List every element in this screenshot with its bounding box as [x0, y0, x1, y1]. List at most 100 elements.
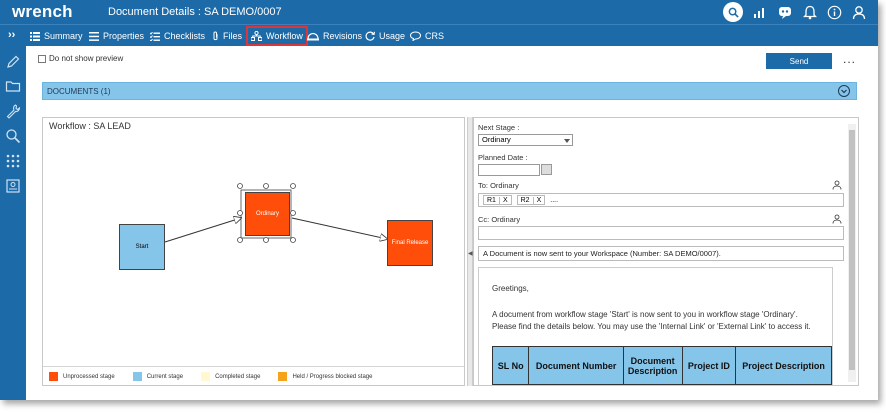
stage-label: Start	[135, 244, 149, 250]
app-window: wrench Document Details : SA DEMO/0007 ›…	[0, 0, 878, 400]
stage-start[interactable]: Start	[119, 224, 165, 270]
send-form: Next Stage : Ordinary Planned Date : To:…	[473, 117, 859, 386]
legend-item: Current stage	[132, 372, 183, 381]
usage-icon	[365, 31, 375, 41]
add-person-icon[interactable]	[832, 180, 842, 190]
table-header-row: SL No Document Number Document Descripti…	[491, 346, 832, 385]
main-content: Do not show preview Send ... DOCUMENTS (…	[26, 46, 878, 400]
documents-label: DOCUMENTS (1)	[47, 87, 111, 96]
stage-final-release[interactable]: Final Release	[387, 220, 433, 266]
folder-icon[interactable]	[5, 78, 21, 94]
planned-date-input[interactable]	[478, 164, 540, 176]
document-table: SL No Document Number Document Descripti…	[491, 346, 832, 385]
connector-start-ordinary	[164, 218, 241, 243]
workflow-panel: Workflow : SA LEAD Start Ordinary Final …	[42, 117, 465, 386]
tab-files[interactable]: Files	[212, 26, 242, 46]
tab-crs[interactable]: CRS	[410, 26, 444, 46]
cc-label: Cc: Ordinary	[478, 215, 521, 224]
signal-icon[interactable]	[753, 5, 767, 19]
tab-usage[interactable]: Usage	[365, 26, 405, 46]
subject-field[interactable]: A Document is now sent to your Workspace…	[478, 246, 844, 261]
workflow-legend: Unprocessed stage Current stage Complete…	[43, 366, 464, 386]
tab-label: Properties	[103, 31, 145, 41]
list-icon	[30, 31, 40, 41]
app-logo: wrench	[12, 2, 73, 21]
bell-icon[interactable]	[803, 5, 817, 20]
column-header: Document Number	[528, 346, 624, 385]
user-icon[interactable]	[852, 5, 866, 20]
planned-date-label: Planned Date :	[478, 153, 528, 162]
remove-recipient-button[interactable]: X	[498, 196, 511, 204]
tab-revisions[interactable]: Revisions	[307, 26, 362, 46]
tab-label: Summary	[44, 31, 83, 41]
collapse-left-icon[interactable]: ◀	[468, 250, 473, 257]
tab-label: Workflow	[266, 31, 303, 41]
tab-label: Files	[223, 31, 243, 41]
revisions-icon	[307, 32, 319, 40]
message-body[interactable]: Greetings, A document from workflow stag…	[478, 267, 833, 385]
chevron-down-icon	[841, 89, 847, 94]
pencil-icon[interactable]	[5, 54, 21, 70]
next-stage-value: Ordinary	[482, 135, 511, 144]
connector-ordinary-final	[291, 217, 387, 239]
tab-summary[interactable]: Summary	[30, 26, 83, 46]
add-person-icon[interactable]	[832, 214, 842, 224]
report-icon[interactable]	[5, 178, 21, 194]
next-stage-select[interactable]: Ordinary	[478, 134, 573, 146]
more-recipients: ....	[550, 196, 559, 204]
next-stage-label: Next Stage :	[478, 123, 520, 132]
send-button[interactable]: Send	[766, 53, 832, 69]
recipient-chip: R1 X	[483, 195, 512, 205]
preview-label: Do not show preview	[49, 54, 124, 63]
calendar-icon[interactable]	[541, 164, 552, 175]
column-header: Project ID	[681, 346, 737, 385]
workflow-icon	[251, 31, 262, 41]
global-search-button[interactable]	[723, 2, 743, 22]
checklist-icon	[150, 31, 160, 41]
properties-icon	[89, 31, 99, 41]
preview-checkbox[interactable]	[38, 54, 46, 63]
chat-bot-icon[interactable]	[777, 4, 793, 20]
legend-item: Unprocessed stage	[49, 372, 115, 381]
tab-label: Usage	[379, 31, 406, 41]
column-header: Document Description	[622, 346, 683, 385]
tab-checklists[interactable]: Checklists	[150, 26, 205, 46]
tab-properties[interactable]: Properties	[89, 26, 144, 46]
to-recipients-field[interactable]: R1 X R2 X ....	[478, 193, 844, 207]
page-title: Document Details : SA DEMO/0007	[108, 6, 282, 18]
dropdown-arrow-icon	[564, 139, 570, 143]
remove-recipient-button[interactable]: X	[532, 196, 545, 204]
grid-icon[interactable]	[5, 153, 21, 169]
column-header: SL No	[491, 346, 530, 385]
legend-item: Held / Progress blocked stage	[278, 372, 372, 381]
collapse-button[interactable]	[838, 85, 850, 97]
to-label: To: Ordinary	[478, 181, 519, 190]
sidebar	[0, 46, 26, 400]
cc-recipients-field[interactable]	[478, 226, 844, 240]
tab-label: CRS	[425, 31, 445, 41]
body-line: Please find the details below. You may u…	[492, 322, 811, 331]
comment-icon	[410, 31, 421, 41]
documents-bar[interactable]: DOCUMENTS (1)	[42, 82, 857, 100]
body-line: A document from workflow stage 'Start' i…	[492, 310, 798, 319]
preview-toggle[interactable]: Do not show preview	[38, 54, 123, 63]
tab-label: Revisions	[323, 31, 363, 41]
more-options-button[interactable]: ...	[843, 52, 856, 66]
tab-workflow[interactable]: Workflow	[246, 26, 308, 46]
info-icon[interactable]	[827, 5, 842, 20]
expand-sidebar-button[interactable]: ››	[8, 29, 15, 41]
search-icon	[728, 7, 739, 18]
scrollbar[interactable]	[848, 124, 856, 382]
top-bar: wrench Document Details : SA DEMO/0007	[0, 0, 878, 24]
recipient-chip: R2 X	[516, 195, 546, 205]
stage-ordinary[interactable]: Ordinary	[245, 192, 290, 236]
tab-bar: ›› Summary Properties Checklists Files W…	[0, 24, 878, 46]
search-icon[interactable]	[5, 128, 21, 144]
stage-label: Final Release	[391, 240, 429, 246]
scrollbar-thumb[interactable]	[849, 130, 855, 370]
paperclip-icon	[213, 31, 218, 41]
body-greeting: Greetings,	[492, 284, 529, 293]
wrench-icon[interactable]	[5, 103, 21, 119]
stage-label: Ordinary	[255, 211, 279, 217]
top-icons	[723, 2, 866, 22]
